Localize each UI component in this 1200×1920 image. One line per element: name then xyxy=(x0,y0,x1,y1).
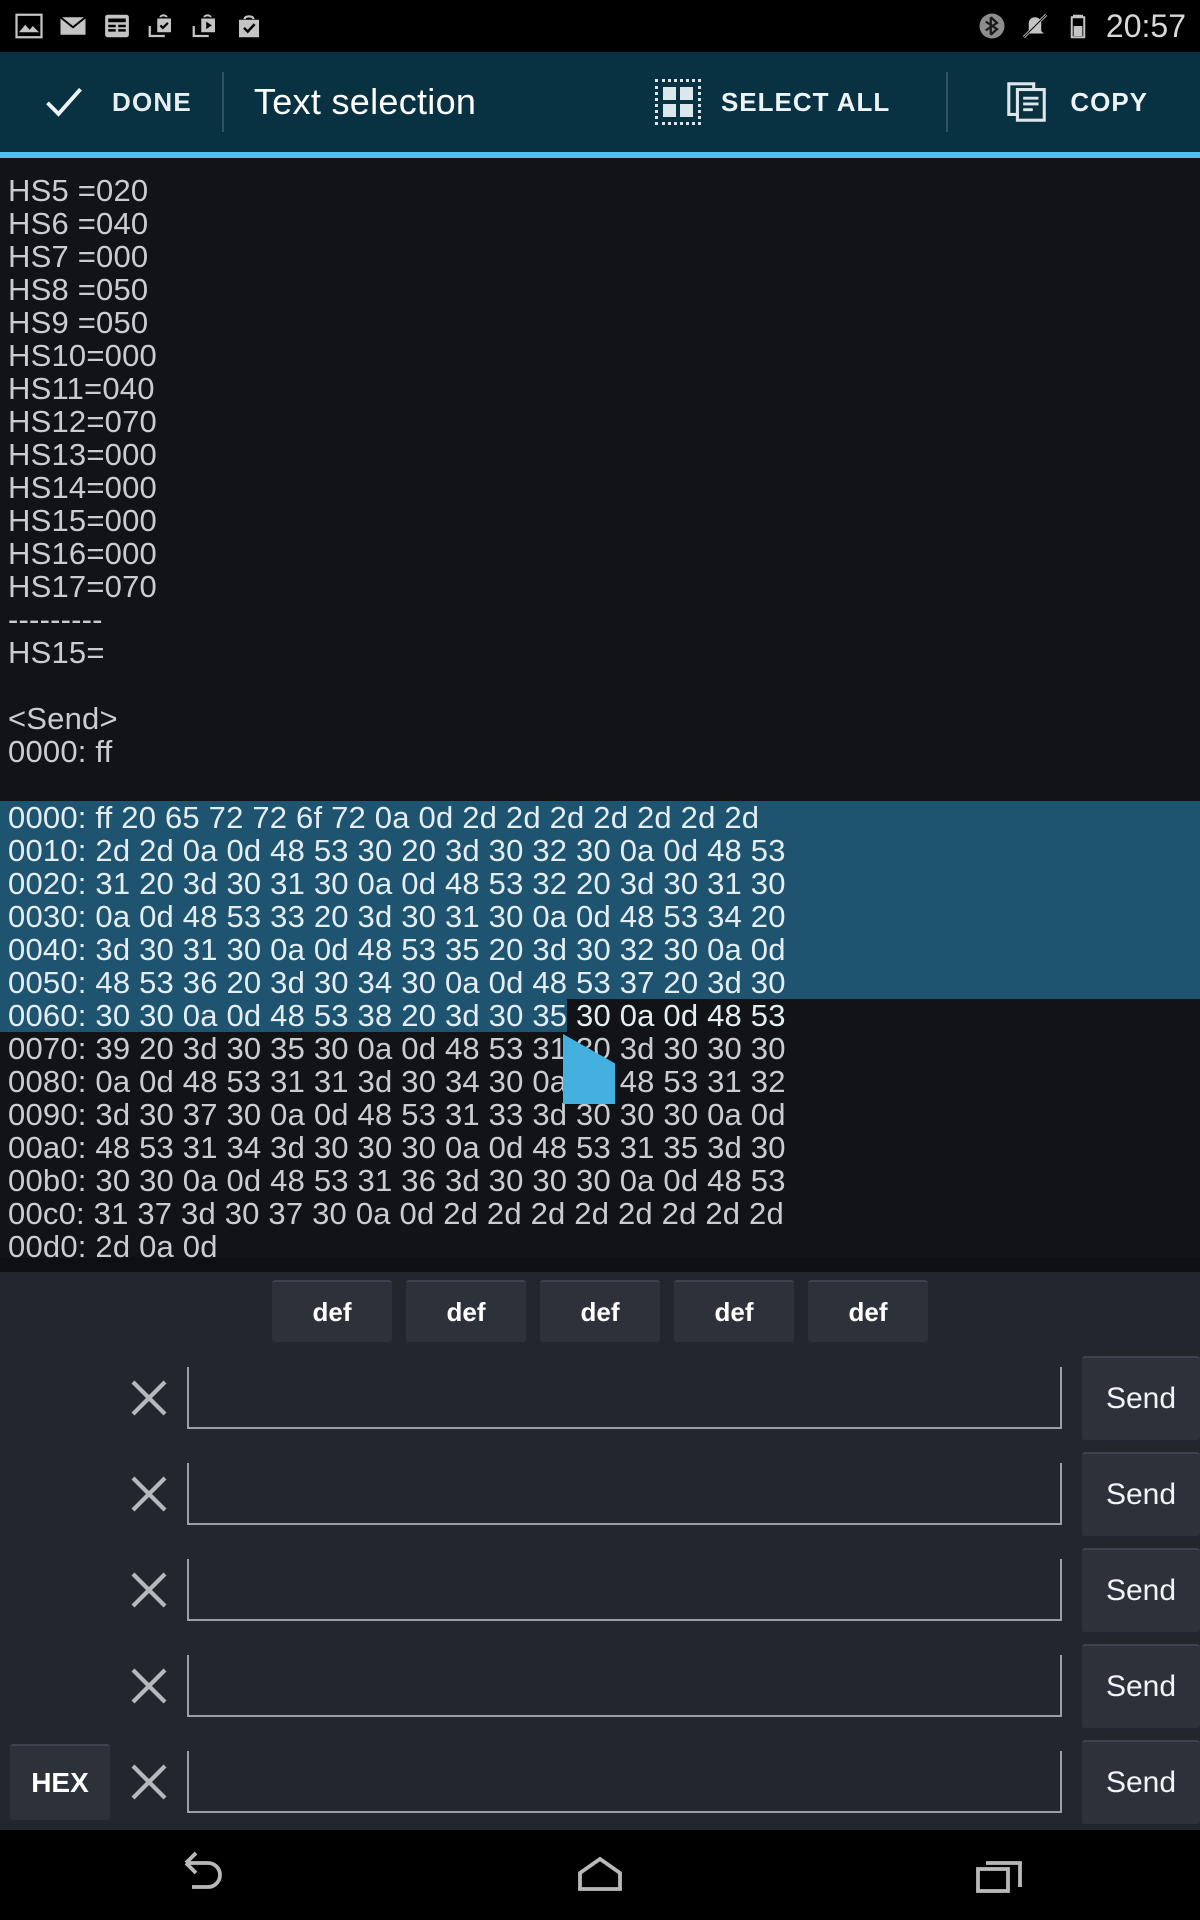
check-icon xyxy=(46,87,82,117)
terminal-line: HS8 =050 xyxy=(8,272,149,307)
news-article-icon xyxy=(105,14,129,38)
hex-toggle-button[interactable]: HEX xyxy=(10,1744,110,1820)
text-selection-action-bar: DONE Text selection SELECT ALL COPY xyxy=(0,52,1200,152)
status-bar: 20:57 xyxy=(0,0,1200,52)
send-button[interactable]: Send xyxy=(1082,1644,1200,1728)
select-all-button[interactable]: SELECT ALL xyxy=(629,52,916,152)
done-button-label: DONE xyxy=(112,86,192,117)
terminal-line: 00d0: 2d 0a 0d xyxy=(8,1229,218,1258)
send-button[interactable]: Send xyxy=(1082,1548,1200,1632)
mute-ringer-icon xyxy=(1022,13,1048,39)
terminal-line: 0000: ff 20 65 72 72 6f 72 0a 0d 2d 2d 2… xyxy=(0,801,1200,834)
select-all-label: SELECT ALL xyxy=(720,86,891,117)
terminal-line: HS6 =040 xyxy=(8,206,149,241)
quick-button-4[interactable]: def xyxy=(674,1280,794,1342)
terminal-line: HS11=040 xyxy=(8,371,155,406)
android-screen: 20:57 DONE Text selection SELECT ALL COP… xyxy=(0,0,1200,1920)
screenshot-image-icon xyxy=(15,13,43,39)
download-play-icon xyxy=(192,14,215,38)
send-input-field[interactable] xyxy=(187,1367,1062,1429)
clear-x-icon[interactable] xyxy=(125,1566,173,1614)
bag-check-icon xyxy=(239,15,259,38)
terminal-line: HS12=070 xyxy=(8,404,157,439)
clear-x-icon[interactable] xyxy=(125,1662,173,1710)
download-check-icon xyxy=(148,14,171,38)
send-button[interactable]: Send xyxy=(1082,1356,1200,1440)
send-input-field[interactable] xyxy=(187,1559,1062,1621)
terminal-line: 0040: 3d 30 31 30 0a 0d 48 53 35 20 3d 3… xyxy=(0,933,1200,966)
back-arrow-icon[interactable] xyxy=(168,1849,232,1901)
quick-button-row: def def def def def xyxy=(0,1272,1200,1350)
action-bar-actions: SELECT ALL COPY xyxy=(629,52,1200,152)
copy-icon xyxy=(1007,82,1047,122)
send-rows-area: Send Send Send Send HEX Send xyxy=(0,1350,1200,1840)
send-button[interactable]: Send xyxy=(1082,1452,1200,1536)
terminal-line: 0060: 30 30 0a 0d 48 53 38 20 3d 30 35 3… xyxy=(0,999,1200,1032)
send-input-field[interactable] xyxy=(187,1655,1062,1717)
recent-apps-icon[interactable] xyxy=(968,1849,1032,1901)
send-row: Send xyxy=(0,1638,1200,1734)
send-text-input[interactable] xyxy=(193,1565,1053,1609)
quick-button-1[interactable]: def xyxy=(272,1280,392,1342)
quick-button-3[interactable]: def xyxy=(540,1280,660,1342)
terminal-line: 0010: 2d 2d 0a 0d 48 53 30 20 3d 30 32 3… xyxy=(0,834,1200,867)
send-text-input[interactable] xyxy=(193,1757,1053,1801)
terminal-line: 0020: 31 20 3d 30 31 30 0a 0d 48 53 32 2… xyxy=(0,867,1200,900)
terminal-line: 0050: 48 53 36 20 3d 30 34 30 0a 0d 48 5… xyxy=(0,966,1200,999)
send-text-input[interactable] xyxy=(193,1469,1053,1513)
terminal-line: HS17=070 xyxy=(8,569,157,604)
terminal-line: 00a0: 48 53 31 34 3d 30 30 30 0a 0d 48 5… xyxy=(8,1130,786,1165)
send-text-input[interactable] xyxy=(193,1373,1053,1417)
terminal-line: <Send> xyxy=(8,701,118,736)
terminal-line: HS16=000 xyxy=(8,536,157,571)
terminal-line: HS5 =020 xyxy=(8,173,149,208)
navigation-bar xyxy=(0,1830,1200,1920)
terminal-line: 00b0: 30 30 0a 0d 48 53 31 36 3d 30 30 3… xyxy=(8,1163,786,1198)
send-input-field[interactable] xyxy=(187,1463,1062,1525)
select-all-icon xyxy=(654,79,701,125)
send-row: Send xyxy=(0,1350,1200,1446)
action-bar-divider xyxy=(221,72,224,132)
terminal-line: --------- xyxy=(8,602,103,637)
battery-icon xyxy=(1070,14,1086,39)
status-bar-system-icons: 20:57 xyxy=(977,8,1200,45)
terminal-line: HS13=000 xyxy=(8,437,157,472)
terminal-line: HS7 =000 xyxy=(8,239,149,274)
send-row: HEX Send xyxy=(0,1734,1200,1830)
copy-label: COPY xyxy=(1070,86,1148,117)
quick-button-2[interactable]: def xyxy=(406,1280,526,1342)
action-bar-divider-2 xyxy=(946,72,949,132)
send-text-input[interactable] xyxy=(193,1661,1053,1705)
send-row: Send xyxy=(0,1542,1200,1638)
send-row: Send xyxy=(0,1446,1200,1542)
quick-button-5[interactable]: def xyxy=(808,1280,928,1342)
home-icon[interactable] xyxy=(568,1849,632,1901)
terminal-line: HS10=000 xyxy=(8,338,157,373)
terminal-line: 0030: 0a 0d 48 53 33 20 3d 30 31 30 0a 0… xyxy=(0,900,1200,933)
copy-button[interactable]: COPY xyxy=(978,52,1174,152)
clear-x-icon[interactable] xyxy=(125,1758,173,1806)
send-input-field[interactable] xyxy=(187,1751,1062,1813)
page-title: Text selection xyxy=(253,81,477,122)
terminal-line: HS14=000 xyxy=(8,470,157,505)
terminal-line: 00c0: 31 37 3d 30 37 30 0a 0d 2d 2d 2d 2… xyxy=(8,1196,784,1231)
clear-x-icon[interactable] xyxy=(125,1470,173,1518)
clear-x-icon[interactable] xyxy=(125,1374,173,1422)
status-bar-notification-icons xyxy=(0,11,264,41)
status-bar-clock: 20:57 xyxy=(1105,7,1186,44)
terminal-line: 0000: ff xyxy=(8,734,113,769)
bluetooth-icon xyxy=(979,13,1005,39)
mail-icon xyxy=(59,16,87,35)
done-button[interactable]: DONE xyxy=(0,52,192,152)
send-button[interactable]: Send xyxy=(1082,1740,1200,1824)
terminal-line: HS9 =050 xyxy=(8,305,149,340)
terminal-line: HS15=000 xyxy=(8,503,157,538)
terminal-line: HS15= xyxy=(8,635,105,670)
